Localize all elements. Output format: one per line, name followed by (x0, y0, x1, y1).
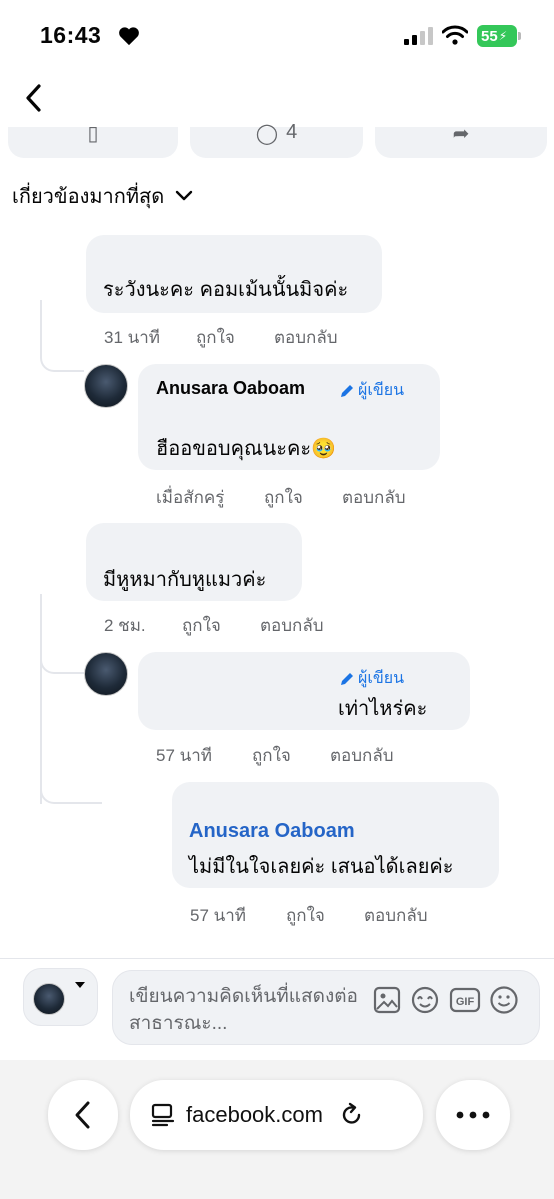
comment-author[interactable]: Anusara Oaboam (156, 378, 305, 399)
comment-time: 31 นาที (104, 328, 161, 347)
url-text: facebook.com (186, 1102, 323, 1127)
pencil-icon (341, 672, 353, 685)
comment-time: 2 ชม. (104, 616, 146, 635)
heart-icon (119, 27, 139, 46)
composer-tools: GIF (373, 985, 519, 1015)
chevron-left-icon (75, 1101, 90, 1129)
like-button[interactable]: ถูกใจ (182, 612, 260, 639)
status-time: 16:43 (40, 22, 102, 48)
browser-toolbar: facebook.com (0, 1060, 554, 1199)
thread-connector (40, 300, 84, 372)
comment-time: 57 นาที (190, 906, 247, 925)
comment-time: 57 นาที (156, 746, 213, 765)
avatar[interactable] (84, 652, 128, 696)
avatar[interactable] (84, 364, 128, 408)
comment-count: 4 (286, 121, 298, 143)
reply-button[interactable]: ตอบกลับ (274, 324, 338, 351)
divider (0, 958, 554, 959)
comment-icon: ◯ 4 (255, 121, 298, 145)
more-icon (456, 1111, 490, 1119)
thread-connector (40, 720, 102, 804)
author-badge: ผู้เขียน (339, 666, 404, 691)
comment-text: ฮืออขอบคุณนะคะ🥹 (156, 438, 336, 460)
reader-icon[interactable] (150, 1102, 176, 1128)
comment-bubble[interactable]: ระวังนะคะ คอมเม้นนั้นมิจค่ะ (86, 235, 382, 313)
comment-author[interactable]: Anusara Oaboam (189, 820, 355, 843)
reply-button[interactable]: ตอบกลับ (342, 484, 406, 511)
more-options-button[interactable] (436, 1080, 510, 1150)
comment-actions: 2 ชม. ถูกใจ ตอบกลับ (104, 612, 324, 639)
thread-connector (40, 594, 84, 674)
battery-tip (518, 32, 521, 40)
comment-input-placeholder: เขียนความคิดเห็นที่แสดงต่อสาธารณะ... (129, 986, 358, 1034)
share-icon: ➦ (452, 123, 470, 145)
comment-actions: 57 นาที ถูกใจ ตอบกลับ (156, 742, 394, 769)
comment-bubble[interactable]: Anusara Oaboam ผู้เขียน ฮืออขอบคุณนะคะ🥹 (138, 364, 440, 470)
comment-actions: 31 นาที ถูกใจ ตอบกลับ (104, 324, 338, 351)
battery-indicator: 55 ⚡ (477, 25, 517, 47)
pencil-icon (341, 384, 353, 397)
like-button[interactable]: ถูกใจ (196, 324, 274, 351)
photo-icon[interactable] (373, 985, 401, 1015)
comment-input[interactable]: เขียนความคิดเห็นที่แสดงต่อสาธารณะ... GIF (112, 970, 540, 1045)
author-badge-label: ผู้เขียน (358, 670, 405, 687)
like-button[interactable]: ถูกใจ (286, 902, 364, 929)
comment-time: เมื่อสักครู่ (156, 488, 225, 507)
reply-button[interactable]: ตอบกลับ (260, 612, 324, 639)
gif-icon[interactable]: GIF (449, 985, 481, 1015)
like-icon: ▯ (87, 123, 99, 145)
reply-button[interactable]: ตอบกลับ (330, 742, 394, 769)
comment-actions: เมื่อสักครู่ ถูกใจ ตอบกลับ (156, 484, 406, 511)
sort-label: เกี่ยวข้องมากที่สุด (12, 186, 165, 208)
comment-bubble[interactable]: Anusara Oaboam ไม่มีในใจเลยค่ะ เสนอได้เล… (172, 782, 499, 888)
comment-action-button[interactable]: ◯ 4 (190, 121, 363, 158)
caret-down-icon (75, 982, 85, 988)
comment-text: ระวังนะคะ คอมเม้นนั้นมิจค่ะ (103, 279, 349, 301)
comment-bubble[interactable]: มีหูหมากับหูแมวค่ะ (86, 523, 302, 601)
browser-back-button[interactable] (48, 1080, 118, 1150)
like-button[interactable]: ถูกใจ (264, 484, 342, 511)
comment-text: มีหูหมากับหูแมวค่ะ (103, 569, 267, 591)
emoji-icon[interactable] (489, 985, 519, 1015)
comment-text: ไม่มีในใจเลยค่ะ เสนอได้เลยค่ะ (189, 856, 454, 878)
like-button[interactable]: ถูกใจ (252, 742, 330, 769)
sort-dropdown[interactable]: เกี่ยวข้องมากที่สุด (12, 180, 194, 212)
author-badge-label: ผู้เขียน (358, 382, 405, 399)
avatar (33, 983, 65, 1015)
share-action-button[interactable]: ➦ (375, 123, 547, 158)
back-icon[interactable] (20, 82, 48, 114)
chevron-down-icon (176, 190, 193, 201)
comment-actions: 57 นาที ถูกใจ ตอบกลับ (190, 902, 428, 929)
author-badge: ผู้เขียน (339, 378, 404, 403)
profile-switcher[interactable] (23, 968, 98, 1026)
svg-text:GIF: GIF (456, 996, 475, 1008)
status-bar: 16:43 55 ⚡ (0, 0, 554, 70)
battery-level: 55 (481, 27, 498, 45)
wifi-icon (442, 25, 468, 45)
signal-icon (404, 27, 433, 45)
address-bar[interactable]: facebook.com (130, 1080, 423, 1150)
avatar-sticker-icon[interactable] (409, 985, 441, 1015)
comment-bubble[interactable]: ผู้เขียน เท่าไหร่คะ (138, 652, 470, 730)
comment-text: เท่าไหร่คะ (338, 698, 428, 720)
like-action-button[interactable]: ▯ (8, 123, 178, 158)
reload-icon[interactable] (339, 1102, 365, 1128)
reply-button[interactable]: ตอบกลับ (364, 902, 428, 929)
